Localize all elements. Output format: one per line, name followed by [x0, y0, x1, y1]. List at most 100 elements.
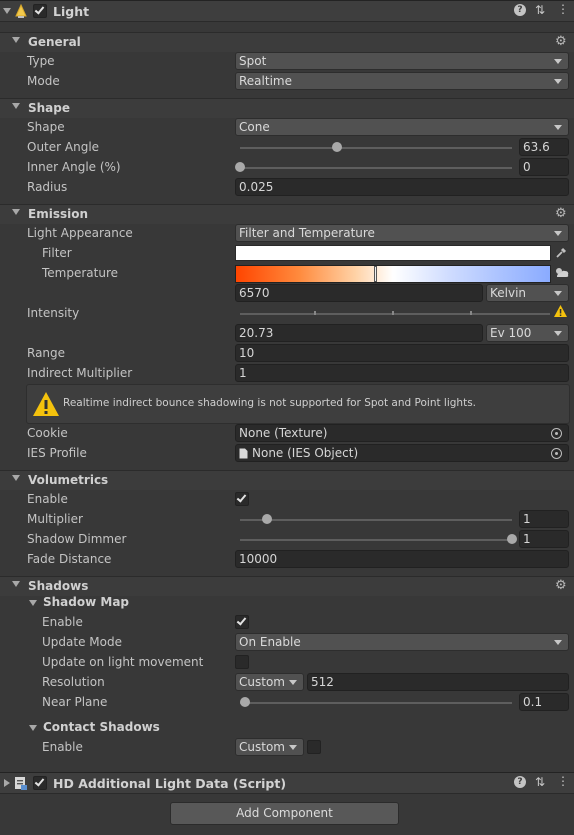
near-plane-field[interactable]: 0.1	[519, 693, 569, 711]
gear-icon[interactable]: ⚙	[555, 578, 567, 593]
intensity-slider-track[interactable]	[240, 313, 550, 315]
outer-angle-label: Outer Angle	[27, 140, 100, 154]
hd-additional-light-data-header[interactable]: HD Additional Light Data (Script) ? ⇅ ⋮	[0, 772, 574, 794]
section-emission[interactable]: Emission ⚙	[0, 204, 574, 224]
radius-label: Radius	[27, 180, 68, 194]
shape-value: Cone	[239, 120, 270, 134]
shadow-enable-checkbox[interactable]	[235, 615, 249, 629]
hd-data-enabled-checkbox[interactable]	[33, 776, 47, 790]
filter-color-swatch[interactable]	[235, 245, 551, 261]
mode-dropdown[interactable]: Realtime	[235, 72, 569, 90]
section-title: General	[28, 35, 81, 49]
foldout-arrow-icon[interactable]	[29, 725, 37, 731]
shadow-dimmer-field[interactable]: 1	[519, 530, 569, 548]
volumetrics-enable-checkbox[interactable]	[235, 492, 249, 506]
ies-profile-value: None (IES Object)	[252, 446, 359, 460]
indirect-multiplier-field[interactable]: 1	[235, 364, 569, 382]
foldout-arrow-icon[interactable]	[29, 600, 37, 606]
near-plane-slider-knob[interactable]	[240, 697, 251, 707]
foldout-arrow-icon[interactable]	[3, 8, 11, 14]
light-appearance-value: Filter and Temperature	[239, 226, 375, 240]
shadow-enable-label: Enable	[42, 615, 83, 629]
preset-icon[interactable]: ⇅	[535, 3, 545, 17]
help-icon[interactable]: ?	[514, 776, 526, 788]
outer-angle-slider-track[interactable]	[240, 147, 512, 149]
mode-value: Realtime	[239, 74, 292, 88]
shape-label: Shape	[27, 120, 65, 134]
volumetrics-enable-label: Enable	[27, 492, 68, 506]
cookie-object-field[interactable]: None (Texture)	[235, 424, 569, 442]
component-title: Light	[53, 4, 90, 19]
contact-mode-value: Custom	[239, 740, 285, 754]
shadow-dimmer-slider-knob[interactable]	[507, 534, 517, 544]
multiplier-label: Multiplier	[27, 512, 83, 526]
foldout-arrow-icon[interactable]	[12, 475, 20, 481]
chevron-down-icon	[554, 331, 562, 336]
temperature-marker[interactable]	[374, 266, 377, 282]
foldout-arrow-icon[interactable]	[4, 779, 10, 787]
range-field[interactable]: 10	[235, 344, 569, 362]
foldout-arrow-icon[interactable]	[12, 103, 20, 109]
section-title: Volumetrics	[28, 473, 109, 487]
ies-profile-object-field[interactable]: None (IES Object)	[235, 444, 569, 462]
shape-dropdown[interactable]: Cone	[235, 118, 569, 136]
add-component-button[interactable]: Add Component	[170, 802, 399, 825]
chevron-down-icon	[554, 59, 562, 64]
inner-angle-field[interactable]: 0	[519, 158, 569, 176]
foldout-arrow-icon[interactable]	[12, 37, 20, 43]
light-enabled-checkbox[interactable]	[33, 4, 47, 18]
range-label: Range	[27, 346, 66, 360]
temperature-gradient-slider[interactable]	[235, 265, 551, 283]
temperature-unit-dropdown[interactable]: Kelvin	[486, 284, 569, 302]
object-picker-icon[interactable]	[551, 448, 562, 459]
update-on-movement-checkbox[interactable]	[235, 655, 249, 669]
multiplier-slider-knob[interactable]	[262, 514, 273, 524]
section-title: Shadows	[28, 579, 89, 593]
gear-icon[interactable]: ⚙	[555, 206, 567, 221]
shadow-dimmer-slider-track[interactable]	[240, 539, 512, 541]
intensity-tick	[470, 311, 472, 315]
section-general[interactable]: General ⚙	[0, 32, 574, 52]
eyedropper-icon[interactable]	[555, 246, 567, 259]
update-mode-dropdown[interactable]: On Enable	[235, 633, 569, 651]
object-picker-icon[interactable]	[551, 428, 562, 439]
gear-icon[interactable]: ⚙	[555, 34, 567, 49]
inner-angle-slider-knob[interactable]	[235, 162, 245, 172]
chevron-down-icon	[554, 640, 562, 645]
section-shape[interactable]: Shape	[0, 98, 574, 118]
section-volumetrics[interactable]: Volumetrics	[0, 470, 574, 490]
contact-enable-checkbox[interactable]	[307, 740, 321, 754]
temperature-field[interactable]: 6570	[235, 284, 483, 302]
section-shadows[interactable]: Shadows ⚙	[0, 576, 574, 596]
multiplier-field[interactable]: 1	[519, 510, 569, 528]
outer-angle-slider-knob[interactable]	[331, 142, 342, 152]
intensity-unit-dropdown[interactable]: Ev 100	[486, 324, 569, 342]
light-component-header[interactable]: Light ? ⇅ ⋮	[0, 0, 574, 22]
indirect-multiplier-label: Indirect Multiplier	[27, 366, 133, 380]
temperature-label: Temperature	[42, 266, 119, 280]
resolution-mode-dropdown[interactable]: Custom	[235, 673, 304, 691]
light-appearance-dropdown[interactable]: Filter and Temperature	[235, 224, 569, 242]
filter-label: Filter	[42, 246, 72, 260]
chevron-down-icon	[554, 79, 562, 84]
near-plane-slider-track[interactable]	[240, 702, 512, 704]
foldout-arrow-icon[interactable]	[12, 209, 20, 215]
intensity-field[interactable]: 20.73	[235, 324, 483, 342]
radius-field[interactable]: 0.025	[235, 178, 569, 196]
component-title: HD Additional Light Data (Script)	[53, 776, 287, 791]
more-icon[interactable]: ⋮	[557, 2, 569, 16]
multiplier-slider-track[interactable]	[240, 519, 512, 521]
inner-angle-slider-track[interactable]	[240, 167, 512, 169]
preset-icon[interactable]: ⇅	[535, 775, 545, 789]
contact-mode-dropdown[interactable]: Custom	[235, 738, 304, 756]
warning-icon	[554, 305, 567, 317]
section-title: Emission	[28, 207, 88, 221]
resolution-field[interactable]: 512	[307, 673, 569, 691]
more-icon[interactable]: ⋮	[557, 774, 569, 788]
fade-distance-field[interactable]: 10000	[235, 550, 569, 568]
foldout-arrow-icon[interactable]	[12, 581, 20, 587]
outer-angle-field[interactable]: 63.6	[519, 138, 569, 156]
weather-sun-cloud-icon	[556, 268, 569, 277]
type-dropdown[interactable]: Spot	[235, 52, 569, 70]
help-icon[interactable]: ?	[514, 4, 526, 16]
